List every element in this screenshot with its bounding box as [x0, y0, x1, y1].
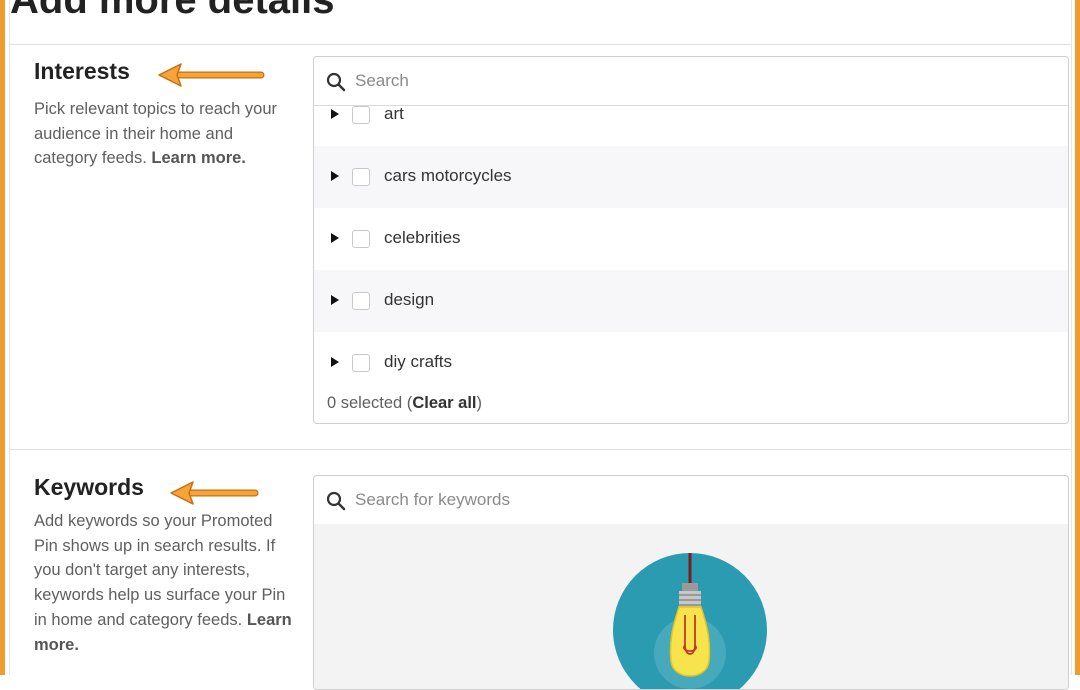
checkbox[interactable] [352, 230, 370, 248]
list-item-label: cars motorcycles [384, 166, 512, 185]
interests-title: Interests [34, 58, 130, 84]
checkbox[interactable] [352, 106, 370, 124]
checkbox[interactable] [352, 354, 370, 372]
list-item[interactable]: cars motorcycles [314, 146, 1068, 208]
annotation-arrow-icon [170, 481, 259, 505]
list-item[interactable]: art [314, 84, 1068, 146]
search-icon [326, 491, 346, 511]
list-item[interactable]: celebrities [314, 208, 1068, 270]
expand-triangle-icon[interactable] [331, 171, 339, 181]
interests-description: Pick relevant topics to reach your audie… [34, 97, 296, 171]
keywords-picker [313, 475, 1069, 690]
clear-all-link[interactable]: Clear all [412, 394, 476, 412]
list-item-label: celebrities [384, 228, 461, 247]
list-item[interactable]: diy crafts [314, 332, 1068, 394]
checkbox[interactable] [352, 292, 370, 310]
right-border-line [1071, 0, 1072, 675]
list-item-label: diy crafts [384, 352, 453, 371]
keywords-description: Add keywords so your Promoted Pin shows … [34, 509, 296, 657]
annotation-arrow-icon [158, 63, 265, 87]
keywords-title: Keywords [34, 474, 144, 500]
expand-triangle-icon[interactable] [331, 357, 339, 367]
checkbox[interactable] [352, 168, 370, 186]
expand-triangle-icon[interactable] [331, 109, 339, 119]
selection-summary: 0 selected (Clear all) [327, 394, 483, 412]
page-title: Add more details [10, 0, 335, 22]
list-item-label: design [384, 290, 435, 309]
light-bulb-illustration [613, 553, 767, 689]
list-item[interactable]: design [314, 270, 1068, 332]
keywords-search-input[interactable] [355, 488, 1035, 512]
interests-picker: art cars motorcycles celebrities design … [313, 56, 1069, 424]
keywords-empty-state [314, 524, 1068, 689]
left-border-line [9, 0, 10, 675]
expand-triangle-icon[interactable] [331, 295, 339, 305]
divider [10, 44, 1071, 45]
interests-learn-more-link[interactable]: Learn more. [151, 149, 245, 167]
list-item-label: art [384, 104, 404, 123]
expand-triangle-icon[interactable] [331, 233, 339, 243]
keywords-search-bar [314, 476, 1068, 525]
selected-count: 0 selected [327, 394, 403, 412]
divider [10, 449, 1071, 450]
